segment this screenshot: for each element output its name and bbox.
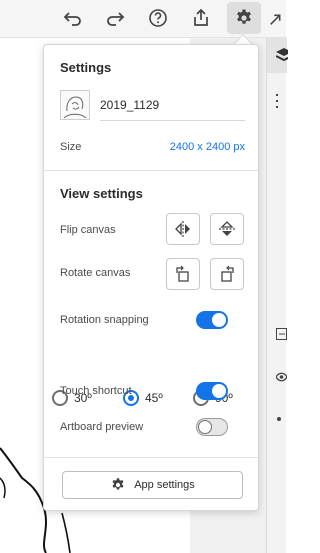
sketch-thumbnail-icon: [63, 96, 87, 119]
settings-title: Settings: [60, 60, 112, 75]
rotation-snapping-label: Rotation snapping: [60, 314, 149, 326]
top-toolbar: [0, 0, 286, 38]
flip-canvas-label: Flip canvas: [60, 224, 116, 236]
toggle-knob: [212, 384, 226, 398]
arrow-expand-icon: [270, 14, 281, 25]
rotate-left-icon: [176, 265, 189, 282]
eye-icon[interactable]: [276, 372, 287, 382]
view-settings-title: View settings: [60, 186, 143, 201]
rotate-right-icon: [221, 265, 234, 282]
toggle-knob: [198, 420, 212, 434]
artboard-preview-toggle[interactable]: [196, 418, 228, 436]
redo-button[interactable]: [98, 2, 132, 34]
toggle-knob: [212, 313, 226, 327]
flip-vertical-icon: [219, 221, 235, 236]
properties-icon[interactable]: [276, 94, 286, 108]
layers-icon: [276, 48, 288, 62]
settings-popover: Settings 2019_1129 Size 2400 x 2400 px V…: [43, 44, 259, 511]
rotate-right-button[interactable]: [210, 258, 244, 290]
undo-icon: [63, 12, 81, 26]
flip-vertical-button[interactable]: [210, 213, 244, 245]
touch-shortcut-toggle[interactable]: [196, 382, 228, 400]
app-settings-label: App settings: [134, 479, 195, 491]
settings-button[interactable]: [227, 2, 261, 34]
help-button[interactable]: [141, 2, 175, 34]
snap-45-label: 45º: [145, 391, 163, 405]
flip-horizontal-button[interactable]: [166, 213, 200, 245]
redo-icon: [107, 12, 125, 26]
share-button[interactable]: [184, 2, 218, 34]
gear-icon: [112, 478, 124, 490]
layers-tab[interactable]: [267, 38, 288, 73]
artboard-preview-label: Artboard preview: [60, 421, 144, 433]
touch-shortcut-label: Touch shortcut: [60, 385, 132, 397]
section-divider: [44, 170, 258, 171]
undo-button[interactable]: [56, 2, 90, 34]
flip-horizontal-icon: [175, 221, 190, 237]
gear-icon: [237, 9, 251, 24]
app-settings-button[interactable]: App settings: [62, 471, 243, 499]
export-icon[interactable]: [276, 328, 287, 340]
rotation-snapping-toggle[interactable]: [196, 311, 228, 329]
document-name-field[interactable]: 2019_1129: [100, 89, 245, 121]
rotate-canvas-label: Rotate canvas: [60, 267, 131, 279]
right-side-panel: [266, 38, 288, 553]
rotate-left-button[interactable]: [166, 258, 200, 290]
size-value-link[interactable]: 2400 x 2400 px: [170, 141, 245, 153]
document-thumbnail: [60, 90, 90, 120]
help-icon: [149, 9, 167, 27]
size-label: Size: [60, 141, 82, 153]
share-icon: [194, 8, 208, 26]
footer-divider: [44, 457, 258, 458]
more-icon[interactable]: [276, 416, 282, 422]
collapse-panel-button[interactable]: [268, 2, 286, 34]
